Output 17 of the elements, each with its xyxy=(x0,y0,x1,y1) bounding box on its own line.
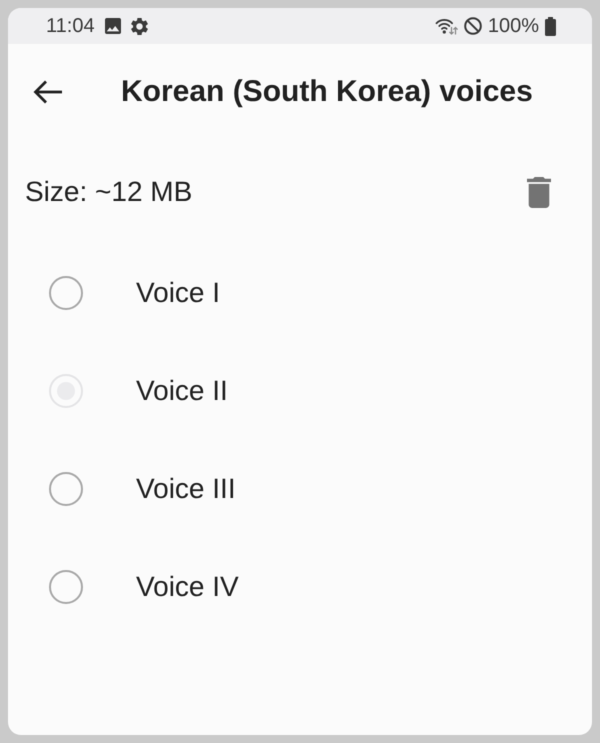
wifi-icon xyxy=(434,17,458,35)
radio-icon[interactable] xyxy=(49,570,83,604)
radio-icon[interactable] xyxy=(49,276,83,310)
arrow-left-icon xyxy=(33,80,63,104)
size-label: Size: ~12 MB xyxy=(25,175,192,209)
battery-percentage: 100% xyxy=(488,15,539,37)
gear-icon xyxy=(130,18,148,34)
voice-option[interactable]: Voice I xyxy=(49,276,220,310)
battery-icon xyxy=(545,16,556,36)
status-time: 11:04 xyxy=(46,15,95,37)
radio-icon[interactable] xyxy=(49,472,83,506)
screen-title: Korean (South Korea) voices xyxy=(121,74,533,110)
do-not-disturb-icon xyxy=(464,17,482,35)
image-icon xyxy=(104,18,121,34)
trash-icon xyxy=(527,176,551,208)
voice-option[interactable]: Voice III xyxy=(49,472,236,506)
voice-option[interactable]: Voice IV xyxy=(49,570,239,604)
